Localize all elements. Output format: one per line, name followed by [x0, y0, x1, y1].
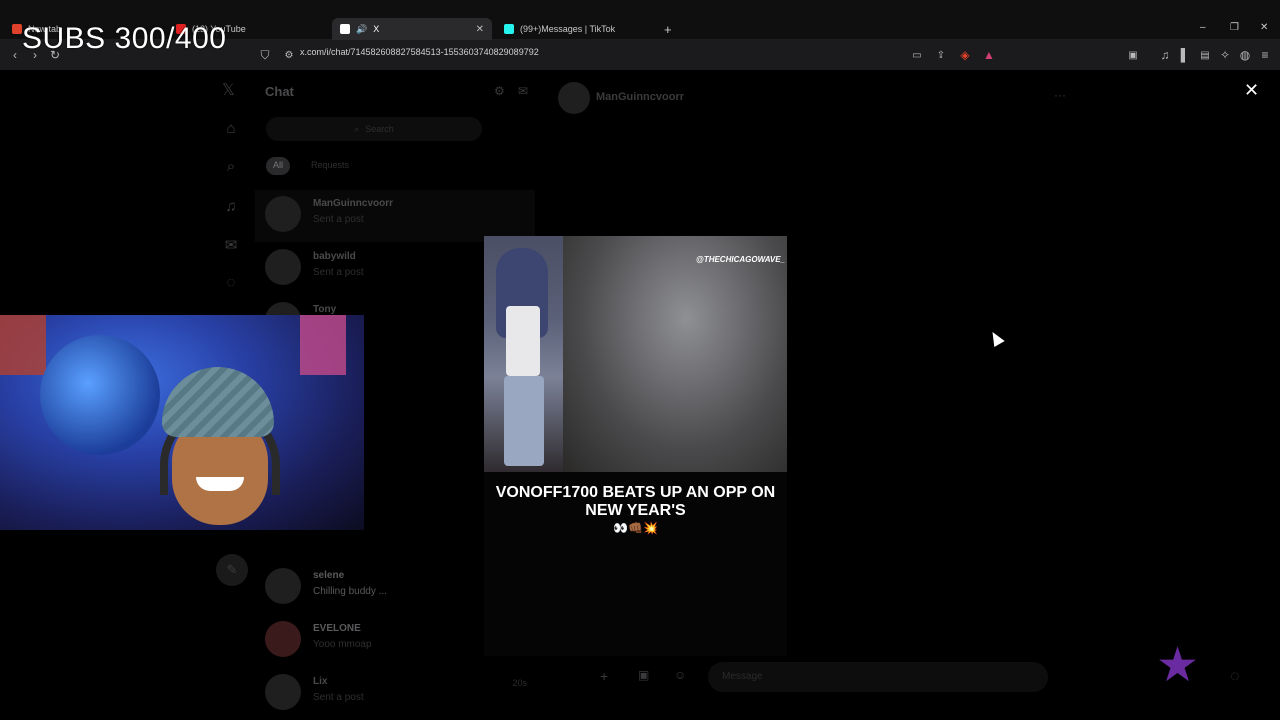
- compose-post-button[interactable]: ✎: [216, 554, 248, 586]
- wall-poster: [0, 315, 46, 375]
- home-icon[interactable]: ⌂: [222, 120, 240, 138]
- search-icon: ⌕: [354, 123, 360, 134]
- conversation-preview: Sent a post: [313, 692, 364, 703]
- restore-icon[interactable]: ❐: [1230, 22, 1239, 33]
- bookmark-icon[interactable]: ⛉: [256, 46, 274, 64]
- tab-x[interactable]: 🔊 X ✕: [332, 18, 492, 40]
- conversation-name: EVELONE: [313, 623, 361, 634]
- avatar: [265, 196, 301, 232]
- conversation-name: babywild: [313, 251, 356, 262]
- new-tab-button[interactable]: +: [664, 22, 672, 37]
- vpn-icon[interactable]: ◍: [1236, 46, 1254, 64]
- conversation-name: Lix: [313, 676, 328, 687]
- more-options-icon[interactable]: ···: [1054, 88, 1066, 102]
- conversation-row[interactable]: ManGuinncvoorr Sent a post: [255, 190, 535, 242]
- conversation-preview: Chilling buddy ...: [313, 586, 387, 597]
- avatar: [265, 249, 301, 285]
- chat-search-input[interactable]: ⌕ Search: [266, 117, 482, 141]
- avatar: [265, 621, 301, 657]
- settings-icon[interactable]: ⚙: [494, 84, 505, 98]
- close-icon[interactable]: ✕: [1244, 80, 1262, 100]
- webcam-overlay: [0, 315, 364, 530]
- x-logo-icon: [340, 24, 350, 34]
- brave-rewards-icon[interactable]: ▲: [980, 46, 998, 64]
- chat-title: Chat: [265, 84, 294, 99]
- chat-header: ManGuinncvoorr ···: [558, 80, 1078, 114]
- subs-goal-counter: SUBS 300/400: [22, 22, 227, 55]
- video-player[interactable]: @THECHICAGOWAVE_ VONOFF1700 BEATS UP AN …: [484, 236, 787, 656]
- search-icon[interactable]: ⌕: [222, 158, 240, 176]
- streamer-smile: [196, 477, 244, 491]
- conversation-row[interactable]: Lix Sent a post 20s: [255, 668, 535, 720]
- sidebar-icon[interactable]: ▌: [1176, 46, 1194, 64]
- avatar: [265, 674, 301, 710]
- message-composer: + ▣ ☺ Message: [590, 662, 1050, 692]
- x-logo-icon[interactable]: 𝕏: [222, 80, 235, 100]
- wallet-icon[interactable]: ▤: [1196, 46, 1214, 64]
- notifications-icon[interactable]: ♫: [222, 198, 240, 216]
- grok-icon[interactable]: ◌: [222, 274, 240, 292]
- tab-label: (99+)Messages | TikTok: [520, 24, 616, 34]
- wall-poster: [300, 315, 346, 375]
- add-icon[interactable]: +: [600, 668, 608, 684]
- tab-tiktok[interactable]: (99+)Messages | TikTok: [496, 18, 656, 40]
- address-bar[interactable]: x.com/i/chat/714582608827584513-15536037…: [300, 47, 539, 57]
- menu-icon[interactable]: ≡: [1256, 46, 1274, 64]
- close-window-icon[interactable]: ✕: [1260, 22, 1268, 33]
- share-icon[interactable]: ⇪: [932, 46, 950, 64]
- messages-icon[interactable]: ✉: [222, 236, 240, 254]
- brave-icon: [12, 24, 22, 34]
- message-input[interactable]: Message: [708, 662, 1048, 692]
- music-icon[interactable]: ♫: [1156, 46, 1174, 64]
- filter-all[interactable]: All: [266, 157, 291, 175]
- person-shirt: [506, 306, 540, 376]
- leo-ai-icon[interactable]: ✧: [1216, 46, 1234, 64]
- wall-globe-art: [40, 335, 160, 455]
- video-watermark: @THECHICAGOWAVE_: [696, 255, 785, 264]
- avatar: [558, 82, 590, 114]
- close-tab-icon[interactable]: ✕: [476, 24, 484, 35]
- tiktok-icon: [504, 24, 514, 34]
- conversation-preview: Sent a post: [313, 214, 364, 225]
- emoji-icon[interactable]: ☺: [674, 668, 686, 682]
- cast-icon[interactable]: ▭: [908, 46, 926, 64]
- beanie: [162, 367, 274, 437]
- video-caption-emojis: 👀👊🏾💥: [613, 521, 658, 535]
- chat-partner-name: ManGuinncvoorr: [596, 91, 685, 103]
- speaker-icon[interactable]: 🔊: [356, 24, 367, 35]
- conversation-name: ManGuinncvoorr: [313, 198, 394, 209]
- streamer-star-logo-icon: ★: [1156, 639, 1200, 692]
- person-jeans: [504, 376, 544, 466]
- avatar: [265, 568, 301, 604]
- filter-requests[interactable]: Requests: [304, 157, 356, 175]
- conversation-preview: Sent a post: [313, 267, 364, 278]
- screenshot-icon[interactable]: ▣: [1124, 46, 1142, 64]
- minimize-icon[interactable]: –: [1200, 22, 1206, 33]
- video-caption: VONOFF1700 BEATS UP AN OPP ON NEW YEAR'S: [495, 484, 776, 519]
- brave-shield-icon[interactable]: ◈: [956, 46, 974, 64]
- conversation-name: Tony: [313, 304, 337, 315]
- gif-icon[interactable]: ▣: [638, 668, 649, 682]
- grok-float-icon[interactable]: ◌: [1230, 668, 1240, 686]
- video-frame-right: [563, 236, 787, 472]
- conversation-preview: Yooo mmoap: [313, 639, 372, 650]
- conversation-time: 20s: [512, 678, 527, 688]
- video-frame-left: [484, 236, 563, 472]
- search-placeholder: Search: [365, 124, 394, 134]
- tab-label: X: [373, 24, 380, 34]
- site-info-icon[interactable]: ⚙: [280, 46, 298, 64]
- new-message-icon[interactable]: ✉: [518, 84, 528, 98]
- conversation-name: selene: [313, 570, 345, 581]
